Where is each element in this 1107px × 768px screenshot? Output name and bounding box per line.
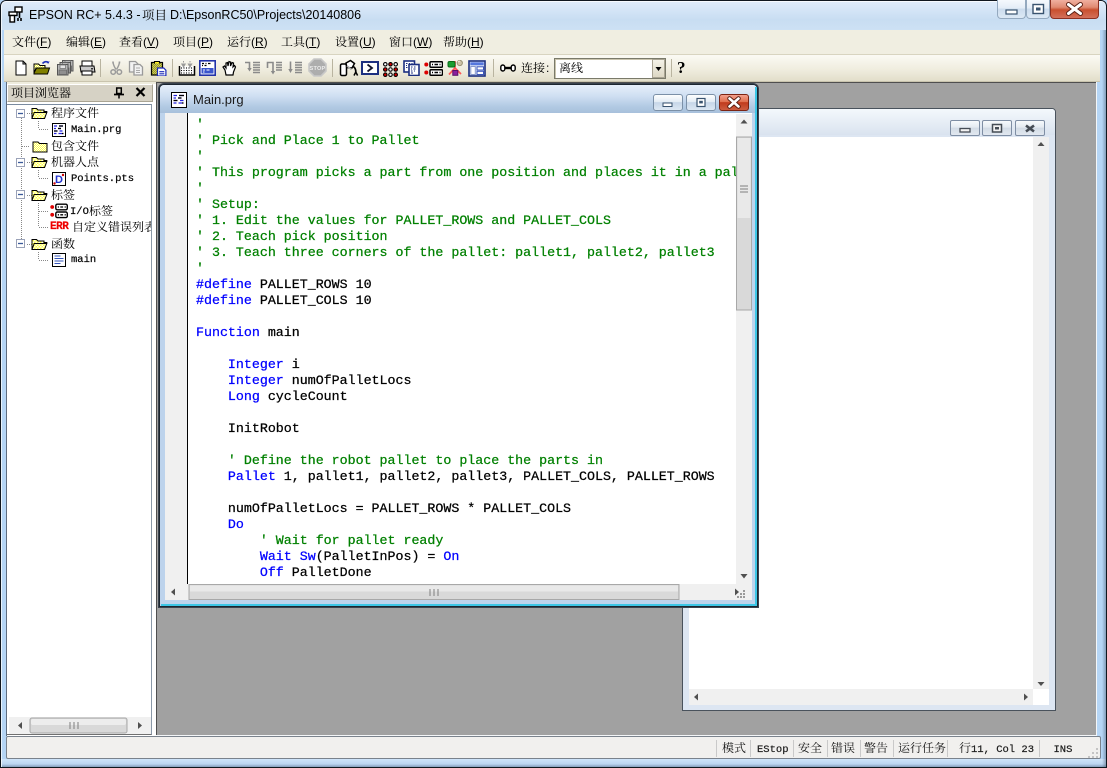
- svg-text:D: D: [55, 174, 63, 186]
- svg-text:STOP: STOP: [310, 66, 326, 72]
